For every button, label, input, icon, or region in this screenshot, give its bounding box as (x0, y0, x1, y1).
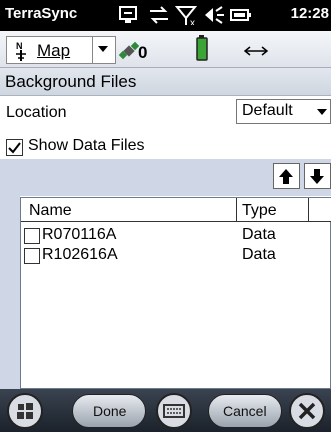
column-divider[interactable] (236, 198, 237, 221)
satellite-count: 0 (138, 43, 148, 62)
show-data-files-checkbox[interactable] (6, 139, 23, 156)
location-label: Location (6, 104, 67, 121)
clock[interactable]: 12:28 (291, 5, 329, 22)
volume-icon[interactable] (203, 5, 227, 25)
row-checkbox[interactable] (24, 248, 40, 264)
battery-status-icon[interactable] (195, 34, 209, 62)
move-up-button[interactable] (273, 163, 300, 189)
down-arrow-icon (310, 169, 324, 184)
svg-text:x: x (190, 18, 195, 25)
list-item[interactable]: R070116A Data (21, 225, 321, 247)
location-select[interactable]: Default (236, 99, 331, 124)
location-value: Default (242, 102, 293, 119)
list-item[interactable]: R102616A Data (21, 245, 321, 267)
file-name: R070116A (42, 226, 117, 243)
list-left-margin (0, 196, 20, 389)
view-select-divider (92, 37, 93, 63)
cancel-button-label: Cancel (223, 403, 267, 419)
done-button[interactable]: Done (72, 394, 146, 428)
column-header-type[interactable]: Type (242, 202, 277, 220)
close-icon[interactable] (288, 392, 326, 430)
section-header: Background Files (0, 68, 331, 96)
file-type: Data (242, 226, 276, 243)
done-button-label: Done (93, 403, 127, 419)
north-arrow-icon: N (16, 41, 26, 61)
view-select-label: Map (37, 41, 71, 60)
show-data-files-label[interactable]: Show Data Files (28, 137, 145, 155)
page-title: Background Files (5, 72, 137, 91)
up-arrow-icon (279, 169, 293, 184)
keyboard-icon[interactable] (155, 392, 193, 430)
column-divider[interactable] (308, 198, 309, 221)
row-checkbox[interactable] (24, 228, 40, 244)
move-down-button[interactable] (304, 163, 331, 189)
chevron-down-icon (317, 109, 327, 115)
no-signal-icon[interactable]: x (175, 5, 199, 25)
sync-icon[interactable] (118, 5, 140, 25)
cancel-button[interactable]: Cancel (208, 394, 282, 428)
file-name: R102616A (42, 246, 118, 263)
status-bar: TerraSync x 12:28 (0, 0, 331, 31)
column-header-name[interactable]: Name (29, 202, 72, 220)
battery-icon[interactable] (230, 5, 252, 25)
windows-start-icon[interactable] (6, 392, 44, 430)
app-name: TerraSync (5, 5, 78, 22)
chevron-down-icon (98, 46, 108, 52)
view-select-button[interactable]: N Map (6, 36, 116, 64)
svg-text:N: N (16, 41, 23, 51)
checkmark-icon (8, 142, 21, 154)
file-type: Data (242, 246, 276, 263)
horizontal-arrows-icon[interactable] (243, 44, 269, 58)
network-icon[interactable] (147, 5, 171, 25)
satellite-icon[interactable] (118, 40, 140, 62)
